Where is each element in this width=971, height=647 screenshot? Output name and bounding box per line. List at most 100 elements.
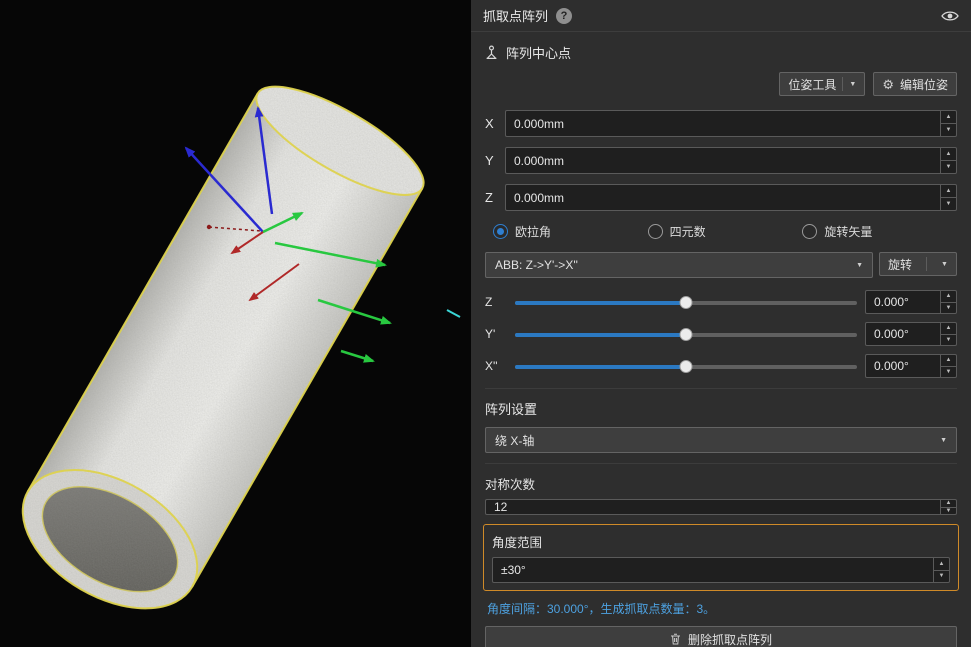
angle-range-input[interactable]: ±30° ▲▼ [492,557,950,583]
array-settings-title: 阵列设置 [485,388,957,418]
pose-tools-label: 位姿工具 [788,76,836,93]
slider-y[interactable] [515,326,857,343]
panel-title: 抓取点阵列 [483,6,548,25]
array-center-icon [485,45,498,60]
spin-down-icon[interactable]: ▼ [941,508,956,515]
edit-pose-button[interactable]: ⚙ 编辑位姿 [873,72,957,96]
slider-y-spinner: ▲▼ [940,323,956,345]
trash-icon [670,633,681,645]
edit-pose-label: 编辑位姿 [900,76,948,93]
spin-down-icon[interactable]: ▼ [941,161,956,173]
slider-z-value: 0.000° [874,295,940,309]
coord-z-spinner: ▲▼ [940,185,956,210]
coord-row-x: X 0.000mm ▲▼ [485,110,957,137]
angle-range-value: ±30° [501,563,933,577]
spin-up-icon[interactable]: ▲ [941,291,956,303]
slider-x[interactable] [515,358,857,375]
radio-quaternion-label: 四元数 [670,223,706,240]
radio-euler[interactable]: 欧拉角 [493,223,648,240]
delete-array-label: 删除抓取点阵列 [688,631,772,647]
spin-down-icon[interactable]: ▼ [941,367,956,378]
slider-row-x: X'' 0.000° ▲▼ [485,354,957,378]
symmetry-count-input[interactable]: 12 ▲▼ [485,499,957,515]
array-center-row: 阵列中心点 [485,42,957,62]
pose-tools-button[interactable]: 位姿工具 ▼ [779,72,865,96]
slider-y-label: Y' [485,327,507,341]
slider-x-value-input[interactable]: 0.000° ▲▼ [865,354,957,378]
slider-y-value-input[interactable]: 0.000° ▲▼ [865,322,957,346]
euler-convention-select[interactable]: ABB: Z->Y'->X'' ▼ [485,252,873,278]
convention-row: ABB: Z->Y'->X'' ▼ 旋转 ▼ [485,252,957,278]
angle-range-spinner: ▲▼ [933,558,949,582]
axis-select[interactable]: 绕 X-轴 ▼ [485,427,957,453]
radio-quaternion[interactable]: 四元数 [648,223,803,240]
rotate-button[interactable]: 旋转 ▼ [879,252,957,276]
coord-z-input[interactable]: 0.000mm ▲▼ [505,184,957,211]
button-divider [926,257,927,271]
axis-select-value: 绕 X-轴 [495,432,534,449]
3d-viewport[interactable] [0,0,471,647]
radio-rotation-vector[interactable]: 旋转矢量 [802,223,957,240]
rotate-label: 旋转 [888,256,912,273]
pointcloud-cylinder [0,0,471,647]
coord-x-input[interactable]: 0.000mm ▲▼ [505,110,957,137]
radio-circle [802,224,817,239]
rotation-mode-radios: 欧拉角 四元数 旋转矢量 [485,223,957,240]
visibility-eye-icon[interactable] [941,10,959,22]
slider-track-fill [515,301,686,305]
spin-up-icon[interactable]: ▲ [941,185,956,198]
angle-interval-hint: 角度间隔：30.000°，生成抓取点数量：3。 [487,600,955,617]
slider-y-thumb[interactable] [680,328,693,341]
spin-down-icon[interactable]: ▼ [941,124,956,136]
spin-up-icon[interactable]: ▲ [941,355,956,367]
coord-y-spinner: ▲▼ [940,148,956,173]
spin-down-icon[interactable]: ▼ [941,335,956,346]
button-divider [842,77,843,91]
delete-array-button[interactable]: 删除抓取点阵列 [485,626,957,647]
chevron-down-icon: ▼ [856,262,863,269]
slider-z-value-input[interactable]: 0.000° ▲▼ [865,290,957,314]
radio-circle [648,224,663,239]
slider-row-z: Z 0.000° ▲▼ [485,290,957,314]
grasp-array-panel: 抓取点阵列 ? 阵列中心点 位姿工具 [471,0,971,647]
slider-z-label: Z [485,295,507,309]
euler-convention-value: ABB: Z->Y'->X'' [495,258,578,272]
spin-down-icon[interactable]: ▼ [941,198,956,210]
spin-up-icon[interactable]: ▲ [941,111,956,124]
coord-y-input[interactable]: 0.000mm ▲▼ [505,147,957,174]
app-window: 抓取点阵列 ? 阵列中心点 位姿工具 [0,0,971,647]
angle-range-group: 角度范围 ±30° ▲▼ [483,524,959,591]
coord-z-label: Z [485,190,505,205]
help-icon[interactable]: ? [556,8,572,24]
spin-down-icon[interactable]: ▼ [941,303,956,314]
angle-range-label: 角度范围 [492,532,950,551]
slider-z[interactable] [515,294,857,311]
symmetry-count-value: 12 [494,500,940,514]
coord-z-value: 0.000mm [514,191,940,205]
slider-x-spinner: ▲▼ [940,355,956,377]
spin-down-icon[interactable]: ▼ [934,571,949,583]
radio-circle [493,224,508,239]
coord-y-value: 0.000mm [514,154,940,168]
slider-x-value: 0.000° [874,359,940,373]
section-divider [485,463,957,464]
array-center-label: 阵列中心点 [506,43,571,62]
spin-up-icon[interactable]: ▲ [941,323,956,335]
spin-up-icon[interactable]: ▲ [934,558,949,571]
spin-up-icon[interactable]: ▲ [941,148,956,161]
slider-z-thumb[interactable] [680,296,693,309]
coord-row-y: Y 0.000mm ▲▼ [485,147,957,174]
panel-header: 抓取点阵列 ? [471,0,971,32]
slider-y-value: 0.000° [874,327,940,341]
slider-x-thumb[interactable] [680,360,693,373]
symmetry-count-label: 对称次数 [485,474,957,493]
panel-content: 阵列中心点 位姿工具 ▼ ⚙ 编辑位姿 X 0.000mm ▲▼ [471,32,971,647]
radio-euler-label: 欧拉角 [515,223,551,240]
pose-button-row: 位姿工具 ▼ ⚙ 编辑位姿 [485,72,957,96]
slider-z-spinner: ▲▼ [940,291,956,313]
coord-row-z: Z 0.000mm ▲▼ [485,184,957,211]
coord-x-label: X [485,116,505,131]
slider-track-fill [515,365,686,369]
slider-row-y: Y' 0.000° ▲▼ [485,322,957,346]
spin-up-icon[interactable]: ▲ [941,500,956,508]
